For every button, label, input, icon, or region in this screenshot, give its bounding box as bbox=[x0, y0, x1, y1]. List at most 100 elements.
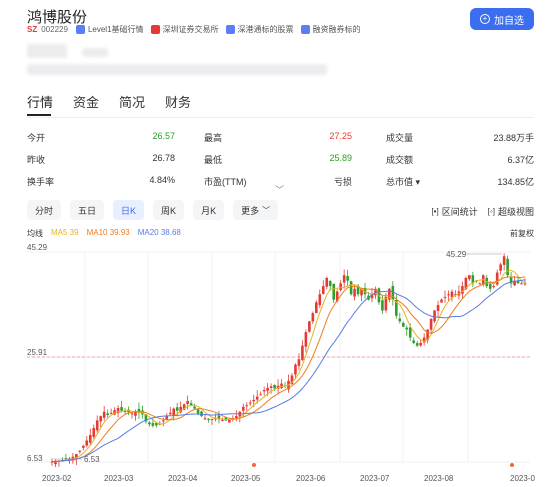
stock-code: 002229 bbox=[41, 24, 68, 34]
candle-body bbox=[78, 450, 82, 452]
candle-body bbox=[248, 402, 252, 404]
candle-body bbox=[321, 286, 325, 294]
candle-body bbox=[269, 386, 273, 388]
candle-body bbox=[468, 275, 471, 280]
x-tick-label: 2023-02 bbox=[42, 474, 72, 483]
expand-chevron-icon[interactable]: ﹀ bbox=[275, 183, 284, 196]
candle-body bbox=[447, 294, 450, 296]
ma20-legend: MA20 38.68 bbox=[137, 228, 181, 237]
plus-icon: + bbox=[480, 14, 490, 24]
tab-quote[interactable]: 行情 bbox=[27, 92, 53, 115]
x-tick-label: 2023-03 bbox=[104, 474, 134, 483]
ma20-line bbox=[51, 279, 526, 463]
tab-finance[interactable]: 财务 bbox=[165, 92, 191, 115]
candle-body bbox=[168, 412, 172, 415]
candle-body bbox=[255, 396, 259, 400]
candle-body bbox=[175, 407, 179, 411]
candle-body bbox=[353, 288, 356, 297]
candle-body bbox=[106, 413, 109, 416]
range-icon: [•] bbox=[431, 207, 439, 216]
tab-divider bbox=[27, 117, 534, 118]
candle-body bbox=[315, 302, 318, 314]
candle-body bbox=[419, 342, 422, 346]
stat-low: 最低 25.89 bbox=[204, 152, 352, 165]
tag-exchange[interactable]: 深圳证券交易所 bbox=[150, 24, 219, 35]
candle-body bbox=[346, 276, 349, 281]
candle-body bbox=[429, 318, 433, 330]
tab-capital[interactable]: 资金 bbox=[73, 92, 99, 115]
candle-body bbox=[304, 332, 308, 347]
candle-body bbox=[193, 406, 196, 409]
candle-body bbox=[228, 419, 231, 423]
candle-body bbox=[308, 321, 311, 332]
period-intraday[interactable]: 分时 bbox=[27, 200, 62, 220]
fq-toggle[interactable]: 前复权 bbox=[510, 228, 534, 239]
blurred-info bbox=[27, 64, 327, 75]
y-tick-label: 6.53 bbox=[27, 454, 43, 463]
stat-turnover-amount: 成交额 6.37亿 bbox=[386, 154, 534, 165]
min-label: 6.53 bbox=[84, 455, 100, 464]
ma-legend: 均线 MA5 39 MA10 39.93 MA20 38.68 bbox=[27, 228, 189, 239]
candle-body bbox=[280, 383, 283, 389]
tag-margin[interactable]: 融资融券标的 bbox=[300, 24, 361, 35]
candle-body bbox=[381, 300, 384, 311]
stat-row: 昨收 26.78 最低 25.89 成交额 6.37亿 bbox=[27, 148, 534, 170]
candle-body bbox=[210, 418, 214, 420]
tab-bar: 行情 资金 简况 财务 bbox=[27, 92, 211, 115]
add-watchlist-button[interactable]: + 加自选 bbox=[470, 8, 534, 30]
candle-body bbox=[235, 416, 238, 419]
x-tick-label: 2023-0 bbox=[510, 474, 535, 483]
candle-body bbox=[398, 318, 402, 322]
ma10-legend: MA10 39.93 bbox=[86, 228, 130, 237]
candle-body bbox=[172, 408, 176, 416]
candle-body bbox=[207, 418, 210, 420]
period-weekly[interactable]: 周K bbox=[153, 200, 185, 220]
tag-level1[interactable]: Level1基础行情 bbox=[75, 24, 144, 35]
candle-body bbox=[332, 283, 336, 300]
range-stats-button[interactable]: [•] 区间统计 bbox=[431, 205, 477, 218]
exchange-icon bbox=[150, 24, 160, 34]
candle-body bbox=[408, 327, 412, 338]
candle-body bbox=[186, 400, 189, 404]
stat-market-cap[interactable]: 总市值 ▾ 134.85亿 bbox=[386, 175, 534, 188]
max-label: 45.29 bbox=[446, 250, 467, 259]
stat-volume: 成交量 23.88万手 bbox=[386, 132, 534, 143]
y-tick-label: 25.91 bbox=[27, 348, 48, 357]
ma10-line bbox=[51, 276, 526, 463]
candle-body bbox=[259, 394, 262, 396]
ma-legend-label: 均线 bbox=[27, 229, 43, 238]
stat-high: 最高 27.25 bbox=[204, 130, 352, 143]
candle-body bbox=[488, 284, 492, 289]
candle-body bbox=[130, 413, 134, 415]
candle-body bbox=[405, 327, 409, 330]
period-monthly[interactable]: 月K bbox=[193, 200, 225, 220]
event-marker bbox=[252, 463, 256, 467]
candle-body bbox=[88, 435, 92, 443]
candle-body bbox=[443, 296, 447, 298]
period-selector: 分时 五日 日K 周K 月K 更多 ﹀ bbox=[27, 200, 287, 220]
stat-turnover-rate: 换手率 4.84% bbox=[27, 174, 175, 187]
blurred-price bbox=[27, 44, 67, 58]
candle-body bbox=[273, 384, 276, 389]
candle-body bbox=[109, 412, 113, 414]
candle-body bbox=[311, 313, 315, 322]
candle-body bbox=[221, 419, 224, 421]
candle-body bbox=[203, 418, 207, 420]
candle-body bbox=[339, 283, 342, 290]
tag-connect[interactable]: 深港通标的股票 bbox=[225, 24, 294, 35]
kline-chart[interactable]: 45.29 25.91 6.53 45.29 6.53 2023-02 2023-03 202… bbox=[0, 240, 554, 487]
candle-body bbox=[520, 283, 523, 285]
period-more[interactable]: 更多 ﹀ bbox=[233, 200, 279, 220]
candle-body bbox=[161, 420, 165, 422]
tab-profile[interactable]: 简况 bbox=[119, 92, 145, 115]
period-daily[interactable]: 日K bbox=[113, 200, 145, 220]
candle-body bbox=[440, 299, 443, 303]
super-view-button[interactable]: [◦] 超级视图 bbox=[488, 205, 534, 218]
candle-body bbox=[95, 420, 99, 431]
candle-body bbox=[506, 258, 509, 276]
expand-view-icon: [◦] bbox=[487, 207, 495, 216]
x-tick-label: 2023-04 bbox=[168, 474, 198, 483]
period-5day[interactable]: 五日 bbox=[70, 200, 105, 220]
candle-body bbox=[436, 305, 440, 311]
connect-icon bbox=[225, 24, 235, 34]
